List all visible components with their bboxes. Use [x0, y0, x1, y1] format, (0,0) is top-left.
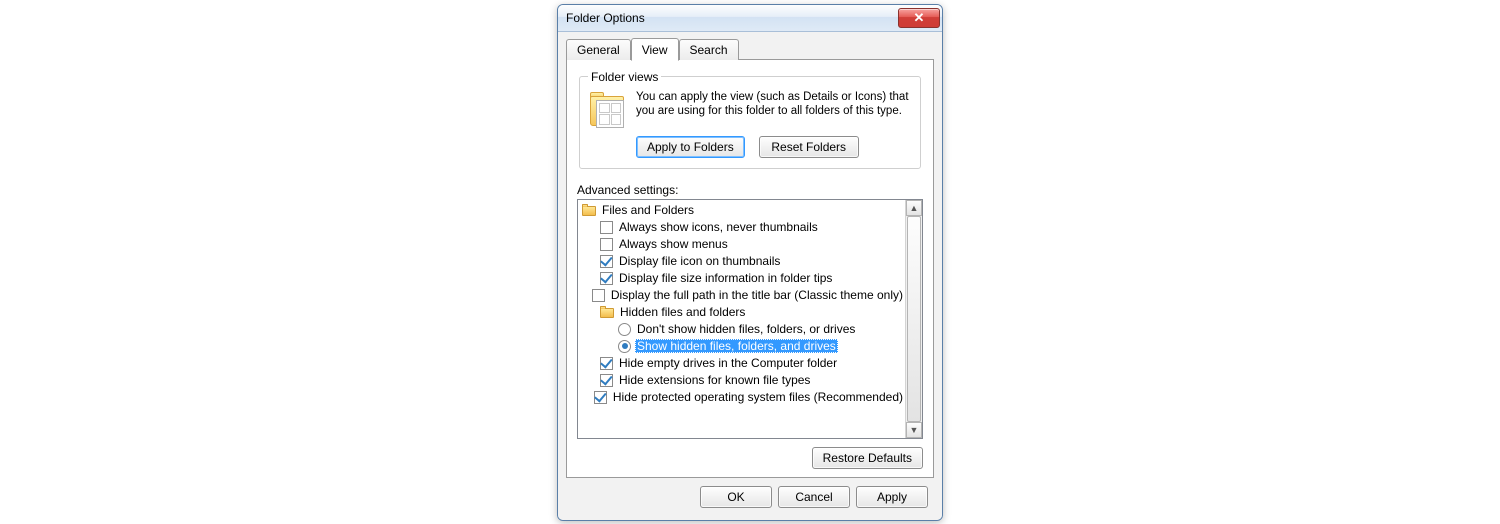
opt-label: Display file size information in folder …: [617, 271, 834, 285]
chevron-down-icon: ▼: [910, 425, 919, 435]
scroll-down-button[interactable]: ▼: [906, 422, 922, 438]
tab-view-label: View: [642, 43, 668, 57]
apply-to-folders-button[interactable]: Apply to Folders: [636, 136, 745, 158]
cancel-button[interactable]: Cancel: [778, 486, 850, 508]
radio-label: Don't show hidden files, folders, or dri…: [635, 322, 857, 336]
tab-general[interactable]: General: [566, 39, 631, 60]
folder-views-icon: [588, 90, 628, 130]
folder-icon: [582, 204, 596, 216]
tree-hidden-files-group[interactable]: Hidden files and folders: [580, 304, 905, 321]
radio-icon[interactable]: [618, 323, 631, 336]
opt-display-file-size-tips[interactable]: Display file size information in folder …: [580, 270, 905, 287]
opt-display-file-icon-thumbnails[interactable]: Display file icon on thumbnails: [580, 253, 905, 270]
tree-files-and-folders[interactable]: Files and Folders: [580, 202, 905, 219]
checkbox-icon[interactable]: [600, 238, 613, 251]
opt-label: Always show menus: [617, 237, 730, 251]
radio-dont-show-hidden[interactable]: Don't show hidden files, folders, or dri…: [580, 321, 905, 338]
opt-label: Always show icons, never thumbnails: [617, 220, 820, 234]
titlebar[interactable]: Folder Options ✕: [558, 5, 942, 32]
advanced-settings-tree: Files and Folders Always show icons, nev…: [577, 199, 923, 439]
reset-folders-button[interactable]: Reset Folders: [759, 136, 859, 158]
opt-hide-empty-drives[interactable]: Hide empty drives in the Computer folder: [580, 355, 905, 372]
folder-icon: [600, 306, 614, 318]
chevron-up-icon: ▲: [910, 203, 919, 213]
tree-root-label: Files and Folders: [600, 203, 696, 217]
folder-views-description: You can apply the view (such as Details …: [636, 90, 912, 130]
tab-view[interactable]: View: [631, 38, 679, 61]
radio-show-hidden[interactable]: Show hidden files, folders, and drives: [580, 338, 905, 355]
scroll-up-button[interactable]: ▲: [906, 200, 922, 216]
opt-label: Hide protected operating system files (R…: [611, 390, 905, 404]
opt-label: Display the full path in the title bar (…: [609, 288, 905, 302]
tab-general-label: General: [577, 43, 620, 57]
close-button[interactable]: ✕: [898, 8, 940, 28]
ok-button[interactable]: OK: [700, 486, 772, 508]
tree-content[interactable]: Files and Folders Always show icons, nev…: [578, 200, 905, 438]
client-area: General View Search Folder views You can…: [558, 32, 942, 520]
folder-views-group: Folder views You can apply the view (suc…: [579, 70, 921, 169]
tab-search-label: Search: [690, 43, 728, 57]
opt-label: Display file icon on thumbnails: [617, 254, 782, 268]
apply-button[interactable]: Apply: [856, 486, 928, 508]
opt-display-full-path[interactable]: Display the full path in the title bar (…: [580, 287, 905, 304]
tab-body: Folder views You can apply the view (suc…: [566, 59, 934, 478]
checkbox-icon[interactable]: [600, 374, 613, 387]
checkbox-icon[interactable]: [600, 357, 613, 370]
checkbox-icon[interactable]: [592, 289, 605, 302]
opt-always-show-icons[interactable]: Always show icons, never thumbnails: [580, 219, 905, 236]
checkbox-icon[interactable]: [600, 255, 613, 268]
checkbox-icon[interactable]: [600, 272, 613, 285]
tab-strip: General View Search: [566, 38, 934, 60]
checkbox-icon[interactable]: [594, 391, 607, 404]
folder-options-window: Folder Options ✕ General View Search Fol…: [557, 4, 943, 521]
radio-label: Show hidden files, folders, and drives: [635, 339, 838, 353]
radio-icon[interactable]: [618, 340, 631, 353]
checkbox-icon[interactable]: [600, 221, 613, 234]
opt-label: Hide empty drives in the Computer folder: [617, 356, 839, 370]
dialog-button-row: OK Cancel Apply: [566, 478, 934, 512]
tab-search[interactable]: Search: [679, 39, 739, 60]
scroll-track[interactable]: [906, 216, 922, 422]
folder-views-legend: Folder views: [588, 70, 661, 84]
close-icon: ✕: [914, 11, 925, 24]
restore-defaults-button[interactable]: Restore Defaults: [812, 447, 923, 469]
tree-scrollbar[interactable]: ▲ ▼: [905, 200, 922, 438]
opt-always-show-menus[interactable]: Always show menus: [580, 236, 905, 253]
opt-hide-extensions[interactable]: Hide extensions for known file types: [580, 372, 905, 389]
opt-hide-protected-os-files[interactable]: Hide protected operating system files (R…: [580, 389, 905, 406]
window-title: Folder Options: [566, 11, 645, 25]
opt-label: Hide extensions for known file types: [617, 373, 812, 387]
advanced-settings-label: Advanced settings:: [577, 183, 923, 197]
scroll-thumb[interactable]: [907, 216, 921, 422]
group-label: Hidden files and folders: [618, 305, 747, 319]
